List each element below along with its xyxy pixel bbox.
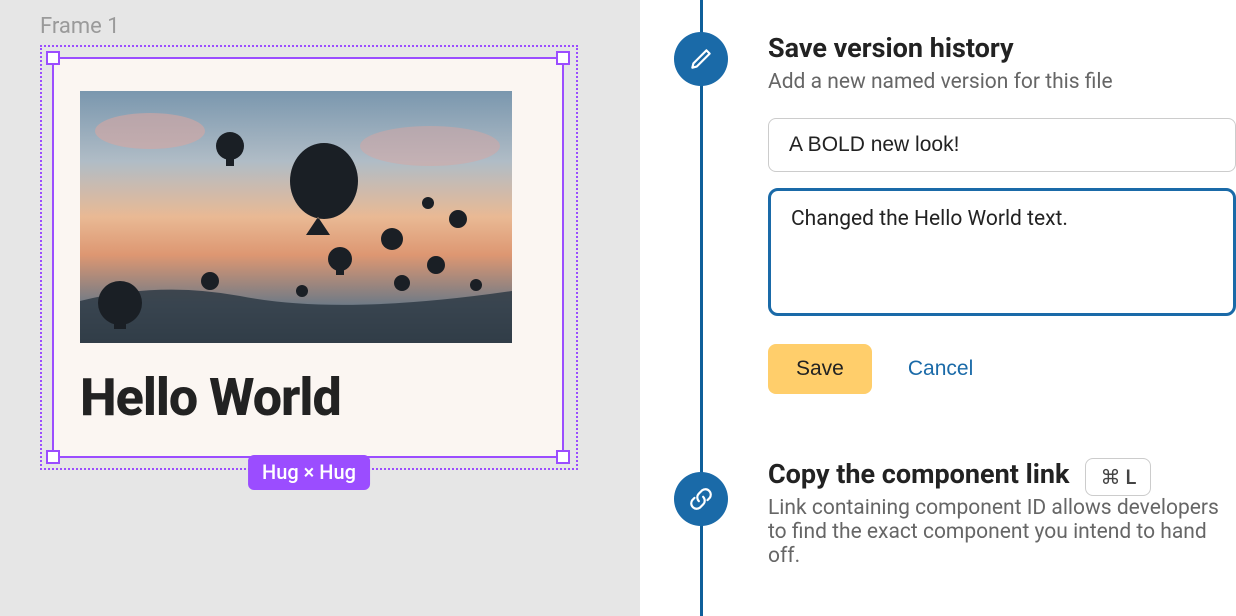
save-version-subtitle: Add a new named version for this file: [768, 70, 1236, 94]
hero-image: [80, 91, 512, 343]
link-icon: [674, 472, 728, 526]
selection-handle-bottom-left[interactable]: [46, 450, 60, 464]
design-canvas[interactable]: Frame 1: [0, 0, 640, 616]
copy-link-title: Copy the component link: [768, 458, 1069, 490]
selection-handle-top-left[interactable]: [46, 51, 60, 65]
resize-badge: Hug × Hug: [248, 455, 370, 490]
selection-handle-bottom-right[interactable]: [556, 450, 570, 464]
copy-link-subtitle: Link containing component ID allows deve…: [768, 496, 1236, 568]
frame-label: Frame 1: [40, 14, 600, 39]
version-name-input[interactable]: [768, 118, 1236, 172]
copy-link-section: Copy the component link ⌘ L Link contain…: [768, 458, 1236, 568]
autolayout-outline[interactable]: Hello World Hug × Hug: [40, 45, 578, 470]
card-frame[interactable]: Hello World: [52, 57, 564, 458]
save-version-section: Save version history Add a new named ver…: [768, 32, 1236, 394]
selection-handle-top-right[interactable]: [556, 51, 570, 65]
save-version-title: Save version history: [768, 32, 1236, 64]
pencil-icon: [674, 32, 728, 86]
save-button[interactable]: Save: [768, 344, 872, 394]
version-description-input[interactable]: [768, 188, 1236, 316]
instructions-panel: Save version history Add a new named ver…: [640, 0, 1236, 616]
cancel-button[interactable]: Cancel: [908, 357, 973, 381]
keyboard-shortcut-badge: ⌘ L: [1085, 458, 1151, 496]
card-title-text[interactable]: Hello World: [80, 367, 536, 428]
